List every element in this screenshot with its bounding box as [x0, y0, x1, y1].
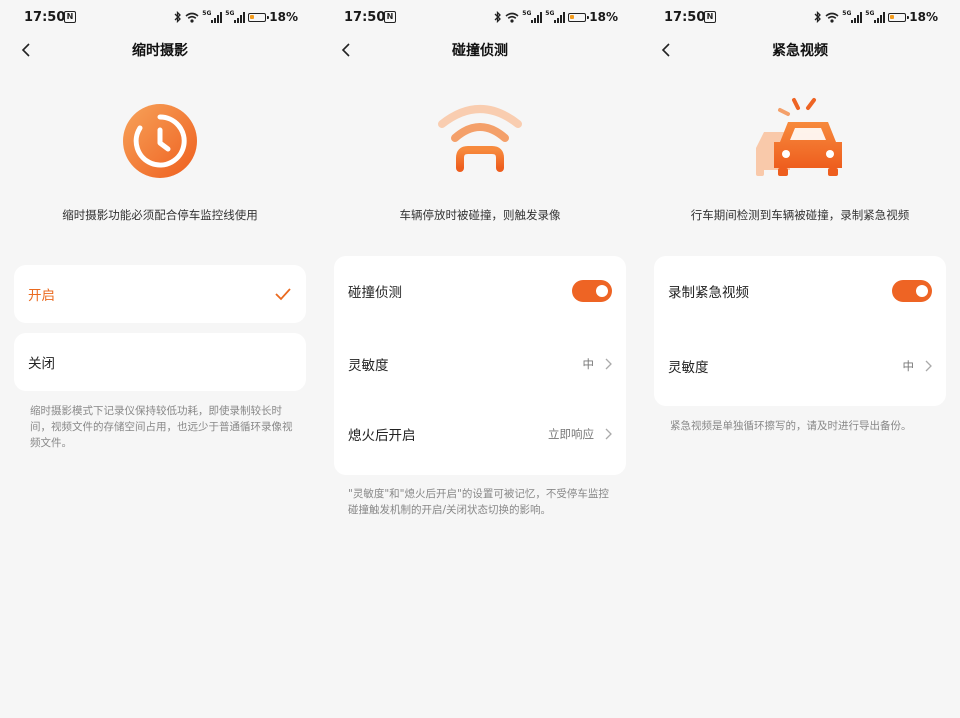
feature-description: 车辆停放时被碰撞，则触发录像	[399, 208, 561, 222]
note-text: 紧急视频是单独循环擦写的，请及时进行导出备份。	[670, 420, 912, 432]
row-value: 中	[902, 359, 915, 373]
collision-toggle[interactable]	[572, 280, 612, 302]
status-time: 17:50	[24, 10, 66, 25]
settings-card: 录制紧急视频 灵敏度 中	[654, 256, 946, 406]
nav-bar: 紧急视频	[640, 34, 960, 66]
chevron-right-icon	[605, 358, 612, 370]
emergency-toggle[interactable]	[892, 280, 932, 302]
signal-icon: 5G	[202, 10, 223, 23]
row-after-ignition[interactable]: 熄火后开启 立即响应	[334, 402, 626, 465]
nav-bar: 碰撞侦测	[320, 34, 640, 66]
settings-card: 碰撞侦测 灵敏度 中 熄火后开启 立即响应	[334, 256, 626, 475]
battery-percent: 18%	[909, 10, 938, 24]
row-value: 中	[582, 357, 595, 371]
signal-icon-2: 5G	[545, 10, 566, 23]
timer-icon	[123, 104, 197, 178]
screen-emergency: 17:50 N 5G 5G 18% 紧急视频 行车期间检测到车辆被碰撞，录制紧急…	[640, 0, 960, 718]
row-sensitivity[interactable]: 灵敏度 中	[334, 326, 626, 402]
feature-description: 缩时摄影功能必须配合停车监控线使用	[62, 208, 258, 222]
bluetooth-icon	[174, 11, 182, 23]
signal-icon-2: 5G	[225, 10, 246, 23]
signal-icon: 5G	[522, 10, 543, 23]
page-title: 缩时摄影	[132, 43, 188, 59]
page-title: 紧急视频	[772, 43, 828, 59]
note-text: "灵敏度"和"熄火后开启"的设置可被记忆，不受停车监控碰撞触发机制的开启/关闭状…	[348, 488, 609, 516]
battery-icon	[248, 12, 270, 22]
row-record-emergency: 录制紧急视频	[654, 256, 946, 326]
status-bar: 17:50 N 5G 5G 18%	[0, 0, 320, 34]
nfc-icon: N	[64, 11, 76, 23]
screen-collision: 17:50 N 5G 5G 18% 碰撞侦测 车辆停放时被碰撞，则触发录像 碰撞…	[320, 0, 640, 718]
car-crash-icon	[756, 98, 842, 176]
option-on-label: 开启	[28, 288, 55, 304]
status-time: 17:50	[664, 10, 706, 25]
wifi-icon	[505, 12, 519, 23]
option-on[interactable]: 开启	[14, 265, 306, 323]
feature-description: 行车期间检测到车辆被碰撞，录制紧急视频	[690, 208, 910, 222]
collision-signal-icon	[438, 105, 522, 172]
check-icon	[275, 288, 291, 301]
signal-icon: 5G	[842, 10, 863, 23]
row-sensitivity[interactable]: 灵敏度 中	[654, 326, 946, 406]
screen-timelapse: 17:50 N 5G 5G 18% 缩时摄影 缩时摄影功能必须配合停车监控线使用	[0, 0, 320, 718]
battery-percent: 18%	[269, 10, 298, 24]
status-bar: 17:50 N 5G 5G 18%	[640, 0, 960, 34]
option-off[interactable]: 关闭	[14, 333, 306, 391]
chevron-right-icon	[605, 428, 612, 439]
toggle-knob	[596, 285, 608, 297]
row-label: 碰撞侦测	[348, 285, 402, 301]
row-label: 灵敏度	[668, 360, 709, 376]
wifi-icon	[825, 12, 839, 23]
toggle-knob	[916, 285, 928, 297]
row-label: 灵敏度	[348, 358, 389, 374]
row-value: 立即响应	[548, 426, 594, 441]
battery-icon	[568, 12, 590, 22]
row-label: 熄火后开启	[348, 427, 416, 444]
nav-bar: 缩时摄影	[0, 34, 320, 66]
note-text: 缩时摄影模式下记录仪保持较低功耗，即使录制较长时间，视频文件的存储空间占用，也远…	[30, 405, 293, 449]
nfc-icon: N	[704, 11, 716, 23]
row-collision-detect: 碰撞侦测	[334, 256, 626, 326]
chevron-right-icon	[925, 360, 932, 372]
page-title: 碰撞侦测	[452, 43, 508, 59]
option-off-label: 关闭	[28, 356, 55, 372]
nfc-icon: N	[384, 11, 396, 23]
status-bar: 17:50 N 5G 5G 18%	[320, 0, 640, 34]
status-time: 17:50	[344, 10, 386, 25]
battery-percent: 18%	[589, 10, 618, 24]
row-label: 录制紧急视频	[668, 285, 749, 301]
wifi-icon	[185, 12, 199, 23]
signal-icon-2: 5G	[865, 10, 886, 23]
bluetooth-icon	[814, 11, 822, 23]
bluetooth-icon	[494, 11, 502, 23]
battery-icon	[888, 12, 910, 22]
